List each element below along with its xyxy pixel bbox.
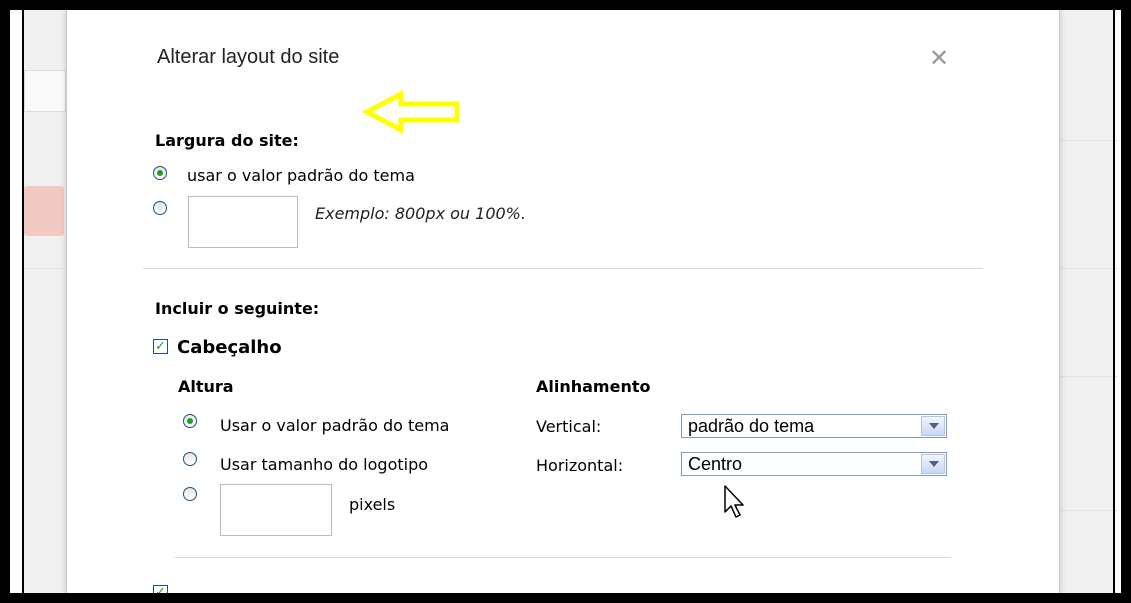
horizontal-label: Horizontal: [536,456,624,475]
frame-border [22,10,24,593]
site-width-default-radio[interactable] [153,166,167,180]
background-divider [1058,140,1118,141]
background-divider [24,268,64,269]
height-logo-label: Usar tamanho do logotipo [220,455,429,474]
height-default-radio[interactable] [183,414,197,428]
horizontal-select[interactable]: Centro [681,452,947,476]
alignment-heading: Alinhamento [536,377,651,396]
section-divider [143,268,983,269]
vertical-select[interactable]: padrão do tema [681,414,947,438]
background-field [24,70,66,112]
frame-border [1113,10,1115,593]
screenshot-frame: Alterar layout do site ✕ Largura do site… [10,10,1121,593]
height-logo-radio[interactable] [183,452,197,466]
close-icon[interactable]: ✕ [929,46,949,70]
site-width-default-label: usar o valor padrão do tema [187,166,415,185]
background-divider [1058,268,1118,269]
height-heading: Altura [178,377,234,396]
subsection-divider [175,557,951,558]
vertical-label: Vertical: [536,417,602,436]
background-button [24,186,64,236]
site-width-input[interactable] [188,196,298,248]
yellow-arrow-icon [363,90,460,134]
header-checkbox-label: Cabeçalho [177,337,282,358]
dialog-title: Alterar layout do site [157,46,340,68]
layout-dialog: Alterar layout do site ✕ Largura do site… [66,10,1060,593]
header-checkbox[interactable]: ✓ [153,339,168,354]
chevron-down-icon[interactable] [921,454,945,474]
next-checkbox[interactable]: ✓ [153,585,168,593]
chevron-down-icon[interactable] [921,416,945,436]
site-width-heading: Largura do site: [155,131,299,150]
vertical-select-value: padrão do tema [688,416,815,436]
height-pixels-label: pixels [349,495,396,514]
site-width-custom-radio[interactable] [153,201,167,215]
site-width-hint: Exemplo: 800px ou 100%. [315,204,526,223]
mouse-cursor-icon [724,485,744,518]
include-heading: Incluir o seguinte: [155,299,320,318]
height-pixels-input[interactable] [220,484,332,536]
horizontal-select-value: Centro [688,454,743,474]
height-pixels-radio[interactable] [183,487,197,501]
background-divider [1058,376,1118,377]
height-default-label: Usar o valor padrão do tema [220,416,450,435]
background-divider [1058,510,1118,511]
